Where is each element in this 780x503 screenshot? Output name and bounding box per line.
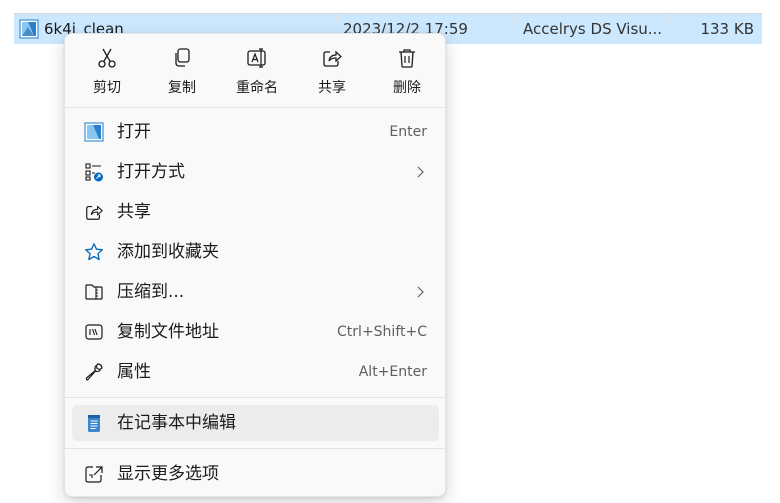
file-size: 133 KB — [700, 20, 754, 38]
rename-icon — [247, 48, 266, 68]
menu-item-label: 在记事本中编辑 — [117, 413, 236, 433]
ds-visualizer-file-icon — [19, 19, 39, 39]
menu-item-label: 压缩到... — [117, 282, 185, 302]
scissors-icon — [98, 48, 116, 68]
menu-item-properties[interactable]: 属性 Alt+Enter — [72, 354, 439, 390]
menu-item-label: 属性 — [117, 362, 151, 382]
menu-item-open[interactable]: 打开 Enter — [72, 114, 439, 150]
menu-item-label: 共享 — [117, 202, 151, 222]
menu-item-compress[interactable]: 压缩到... — [72, 274, 439, 310]
rename-button[interactable]: 重命名 — [226, 43, 288, 101]
chevron-right-icon — [417, 166, 424, 178]
menu-divider — [65, 448, 445, 449]
share-label: 共享 — [318, 80, 346, 96]
notepad-icon — [88, 415, 100, 432]
open-with-icon — [85, 163, 103, 182]
menu-divider — [65, 107, 445, 108]
menu-item-show-more-options[interactable]: 显示更多选项 — [72, 456, 439, 492]
shortcut-text: Alt+Enter — [358, 364, 427, 380]
delete-label: 删除 — [393, 80, 421, 96]
menu-divider — [65, 397, 445, 398]
menu-item-add-to-favorites[interactable]: 添加到收藏夹 — [72, 234, 439, 270]
share-button[interactable]: 共享 — [301, 43, 363, 101]
share-icon — [323, 50, 342, 67]
copy-label: 复制 — [168, 80, 196, 96]
context-menu: 剪切 复制 重命名 共享 删除 打开 Enter 打开方式 共享 添加到收藏夹 … — [64, 33, 446, 497]
delete-button[interactable]: 删除 — [376, 43, 438, 101]
cut-button[interactable]: 剪切 — [76, 43, 138, 101]
menu-item-edit-in-notepad[interactable]: 在记事本中编辑 — [72, 405, 439, 441]
star-icon — [85, 243, 103, 261]
shortcut-text: Enter — [389, 124, 427, 140]
show-more-icon — [85, 466, 103, 483]
column-divider — [516, 14, 517, 22]
quick-action-bar: 剪切 复制 重命名 共享 删除 — [65, 34, 445, 106]
copy-button[interactable]: 复制 — [151, 43, 213, 101]
ds-visualizer-app-icon — [84, 122, 104, 142]
file-type: Accelrys DS Visu... — [523, 20, 663, 38]
menu-item-label: 复制文件地址 — [117, 322, 219, 342]
chevron-right-icon — [417, 286, 424, 298]
shortcut-text: Ctrl+Shift+C — [337, 324, 427, 340]
menu-item-label: 添加到收藏夹 — [117, 242, 219, 262]
menu-item-open-with[interactable]: 打开方式 — [72, 154, 439, 190]
zip-folder-icon — [85, 284, 103, 300]
rename-label: 重命名 — [236, 80, 278, 96]
cut-label: 剪切 — [93, 80, 121, 96]
share-icon — [86, 205, 103, 220]
menu-item-label: 显示更多选项 — [117, 464, 219, 484]
copy-icon — [175, 48, 190, 67]
column-divider — [336, 14, 337, 22]
menu-item-share[interactable]: 共享 — [72, 194, 439, 230]
menu-item-label: 打开 — [117, 122, 151, 142]
copy-path-icon — [85, 324, 103, 340]
wrench-icon — [85, 363, 103, 381]
menu-item-label: 打开方式 — [117, 162, 185, 182]
menu-item-copy-path[interactable]: 复制文件地址 Ctrl+Shift+C — [72, 314, 439, 350]
trash-icon — [399, 49, 415, 68]
